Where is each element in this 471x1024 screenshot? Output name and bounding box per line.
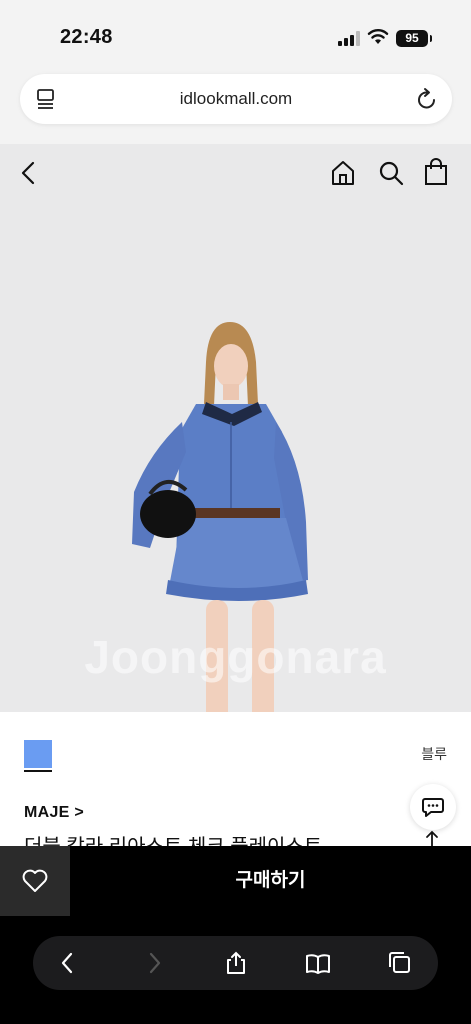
status-time: 22:48 [60,26,113,48]
product-image[interactable]: Joonggonara [0,144,471,712]
share-sheet-icon[interactable] [223,951,249,975]
purchase-bar: 구매하기 [0,846,471,916]
swatch-selected-underline [24,770,52,772]
signal-icon [338,31,360,46]
bookmarks-icon[interactable] [305,951,331,975]
color-swatch[interactable] [24,740,52,768]
search-icon[interactable] [378,160,404,186]
nav-back-icon[interactable] [55,951,81,975]
address-bar[interactable]: idlookmall.com [20,74,452,124]
screen: 22:48 95 idlookmall.com Joonggonara 블루 M… [0,0,471,1024]
chat-icon [422,798,444,817]
nav-forward-icon[interactable] [141,951,167,975]
chat-button[interactable] [410,784,456,830]
tab-switcher-icon[interactable] [387,951,413,975]
wifi-icon [367,29,389,44]
watermark: Joonggonara [84,631,387,683]
tabs-icon[interactable] [36,88,56,110]
status-bar: 22:48 95 [0,0,471,64]
battery-level: 95 [405,31,419,45]
back-icon[interactable] [18,160,40,186]
shopping-bag-icon[interactable] [424,158,448,186]
brand-link[interactable]: MAJE > [24,804,84,822]
reload-icon[interactable] [416,87,438,111]
share-icon[interactable] [422,830,442,846]
browser-toolbar [33,936,438,990]
heart-icon [22,869,48,892]
buy-button[interactable]: 구매하기 [70,846,471,916]
product-info: 블루 MAJE > [0,712,471,846]
battery-indicator: 95 [396,30,432,47]
home-icon[interactable] [331,160,355,186]
url-text[interactable]: idlookmall.com [80,89,392,109]
color-label: 블루 [421,746,447,762]
browser-toolbar-area [0,916,471,1024]
wishlist-button[interactable] [0,846,70,916]
